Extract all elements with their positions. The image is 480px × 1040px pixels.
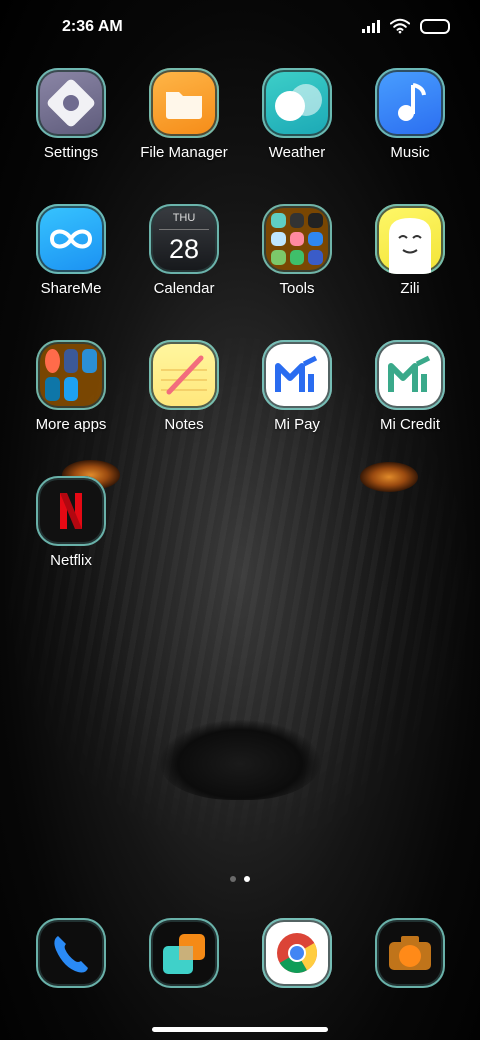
app-label: Settings (43, 144, 99, 161)
app-weather[interactable]: Weather (242, 68, 352, 161)
chrome-icon (262, 918, 332, 988)
app-file-manager[interactable]: File Manager (129, 68, 239, 161)
app-mi-pay[interactable]: Mi Pay (242, 340, 352, 433)
folder-icon (149, 68, 219, 138)
gallery-icon (149, 918, 219, 988)
mi-credit-icon (375, 340, 445, 410)
app-music[interactable]: Music (355, 68, 465, 161)
folder-icon (262, 204, 332, 274)
home-gesture-bar[interactable] (152, 1027, 328, 1032)
weather-icon (262, 68, 332, 138)
calendar-icon: THU 28 (149, 204, 219, 274)
dock-chrome[interactable] (242, 918, 352, 988)
folder-more-apps[interactable]: More apps (16, 340, 126, 433)
app-netflix[interactable]: Netflix (16, 476, 126, 569)
dock-phone[interactable] (16, 918, 126, 988)
tiger-right-eye (360, 462, 418, 492)
camera-icon (375, 918, 445, 988)
app-label: Netflix (50, 552, 92, 569)
app-settings[interactable]: Settings (16, 68, 126, 161)
folder-icon (36, 340, 106, 410)
dock-gallery[interactable] (129, 918, 239, 988)
app-label: Weather (268, 144, 326, 161)
status-icons (362, 18, 450, 34)
wifi-icon (390, 18, 410, 34)
app-label: More apps (35, 416, 107, 433)
calendar-weekday: THU (172, 212, 196, 224)
music-note-icon (375, 68, 445, 138)
app-label: Tools (279, 280, 315, 297)
app-mi-credit[interactable]: Mi Credit (355, 340, 465, 433)
page-dot-active[interactable] (244, 876, 250, 882)
app-label: Mi Credit (379, 416, 440, 433)
page-indicator (0, 876, 480, 882)
app-label: Notes (164, 416, 204, 433)
tiger-nose (160, 720, 320, 800)
status-bar: 2:36 AM (0, 0, 480, 56)
status-time: 2:36 AM (62, 18, 123, 35)
netflix-n-icon (36, 476, 106, 546)
notes-icon (149, 340, 219, 410)
app-shareme[interactable]: ShareMe (16, 204, 126, 297)
infinity-icon (36, 204, 106, 274)
zili-face-icon (375, 204, 445, 274)
folder-tools[interactable]: Tools (242, 204, 352, 297)
calendar-day: 28 (168, 234, 200, 264)
mi-pay-icon (262, 340, 332, 410)
app-label: Music (390, 144, 430, 161)
app-label: Mi Pay (274, 416, 320, 433)
phone-icon (36, 918, 106, 988)
app-calendar[interactable]: THU 28 Calendar (129, 204, 239, 297)
settings-icon (36, 68, 106, 138)
battery-icon (420, 18, 450, 34)
app-label: Zili (400, 280, 420, 297)
app-notes[interactable]: Notes (129, 340, 239, 433)
app-label: Calendar (153, 280, 215, 297)
dock-camera[interactable] (355, 918, 465, 988)
app-zili[interactable]: Zili (355, 204, 465, 297)
signal-icon (362, 19, 380, 33)
app-label: ShareMe (40, 280, 102, 297)
app-label: File Manager (140, 144, 228, 161)
page-dot[interactable] (230, 876, 236, 882)
